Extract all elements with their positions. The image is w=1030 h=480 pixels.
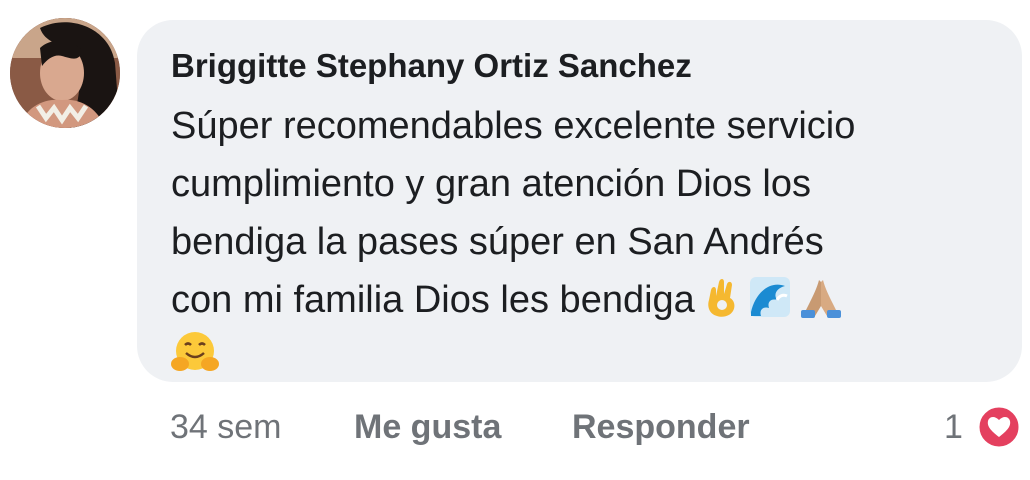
like-button[interactable]: Me gusta [354, 408, 501, 447]
praying-hands-icon [799, 276, 843, 318]
comment-timestamp[interactable]: 34 sem [170, 408, 282, 447]
avatar[interactable] [10, 18, 120, 128]
wave-icon [749, 276, 791, 318]
comment-bubble: Briggitte Stephany Ortiz Sanchez Súper r… [137, 20, 1022, 382]
comment-line: con mi familia Dios les bendiga [171, 279, 695, 321]
comment-author[interactable]: Briggitte Stephany Ortiz Sanchez [171, 46, 1022, 86]
comment-line: cumplimiento y gran atención Dios los [171, 163, 811, 205]
comment-text: Súper recomendables excelente servicio c… [171, 97, 991, 387]
hugging-face-icon [171, 330, 219, 376]
ok-hand-icon [703, 276, 741, 318]
comment-line: bendiga la pases súper en San Andrés [171, 221, 824, 263]
reaction-count[interactable]: 1 [944, 408, 963, 447]
comment-line-with-emojis: con mi familia Dios les bendiga [171, 271, 991, 329]
comment-line-emoji [171, 329, 991, 387]
comment-actions: 34 sem Me gusta Responder 1 [0, 404, 1030, 454]
heart-icon[interactable] [976, 404, 1022, 450]
reply-button[interactable]: Responder [572, 408, 750, 447]
comment-line: Súper recomendables excelente servicio [171, 105, 856, 147]
